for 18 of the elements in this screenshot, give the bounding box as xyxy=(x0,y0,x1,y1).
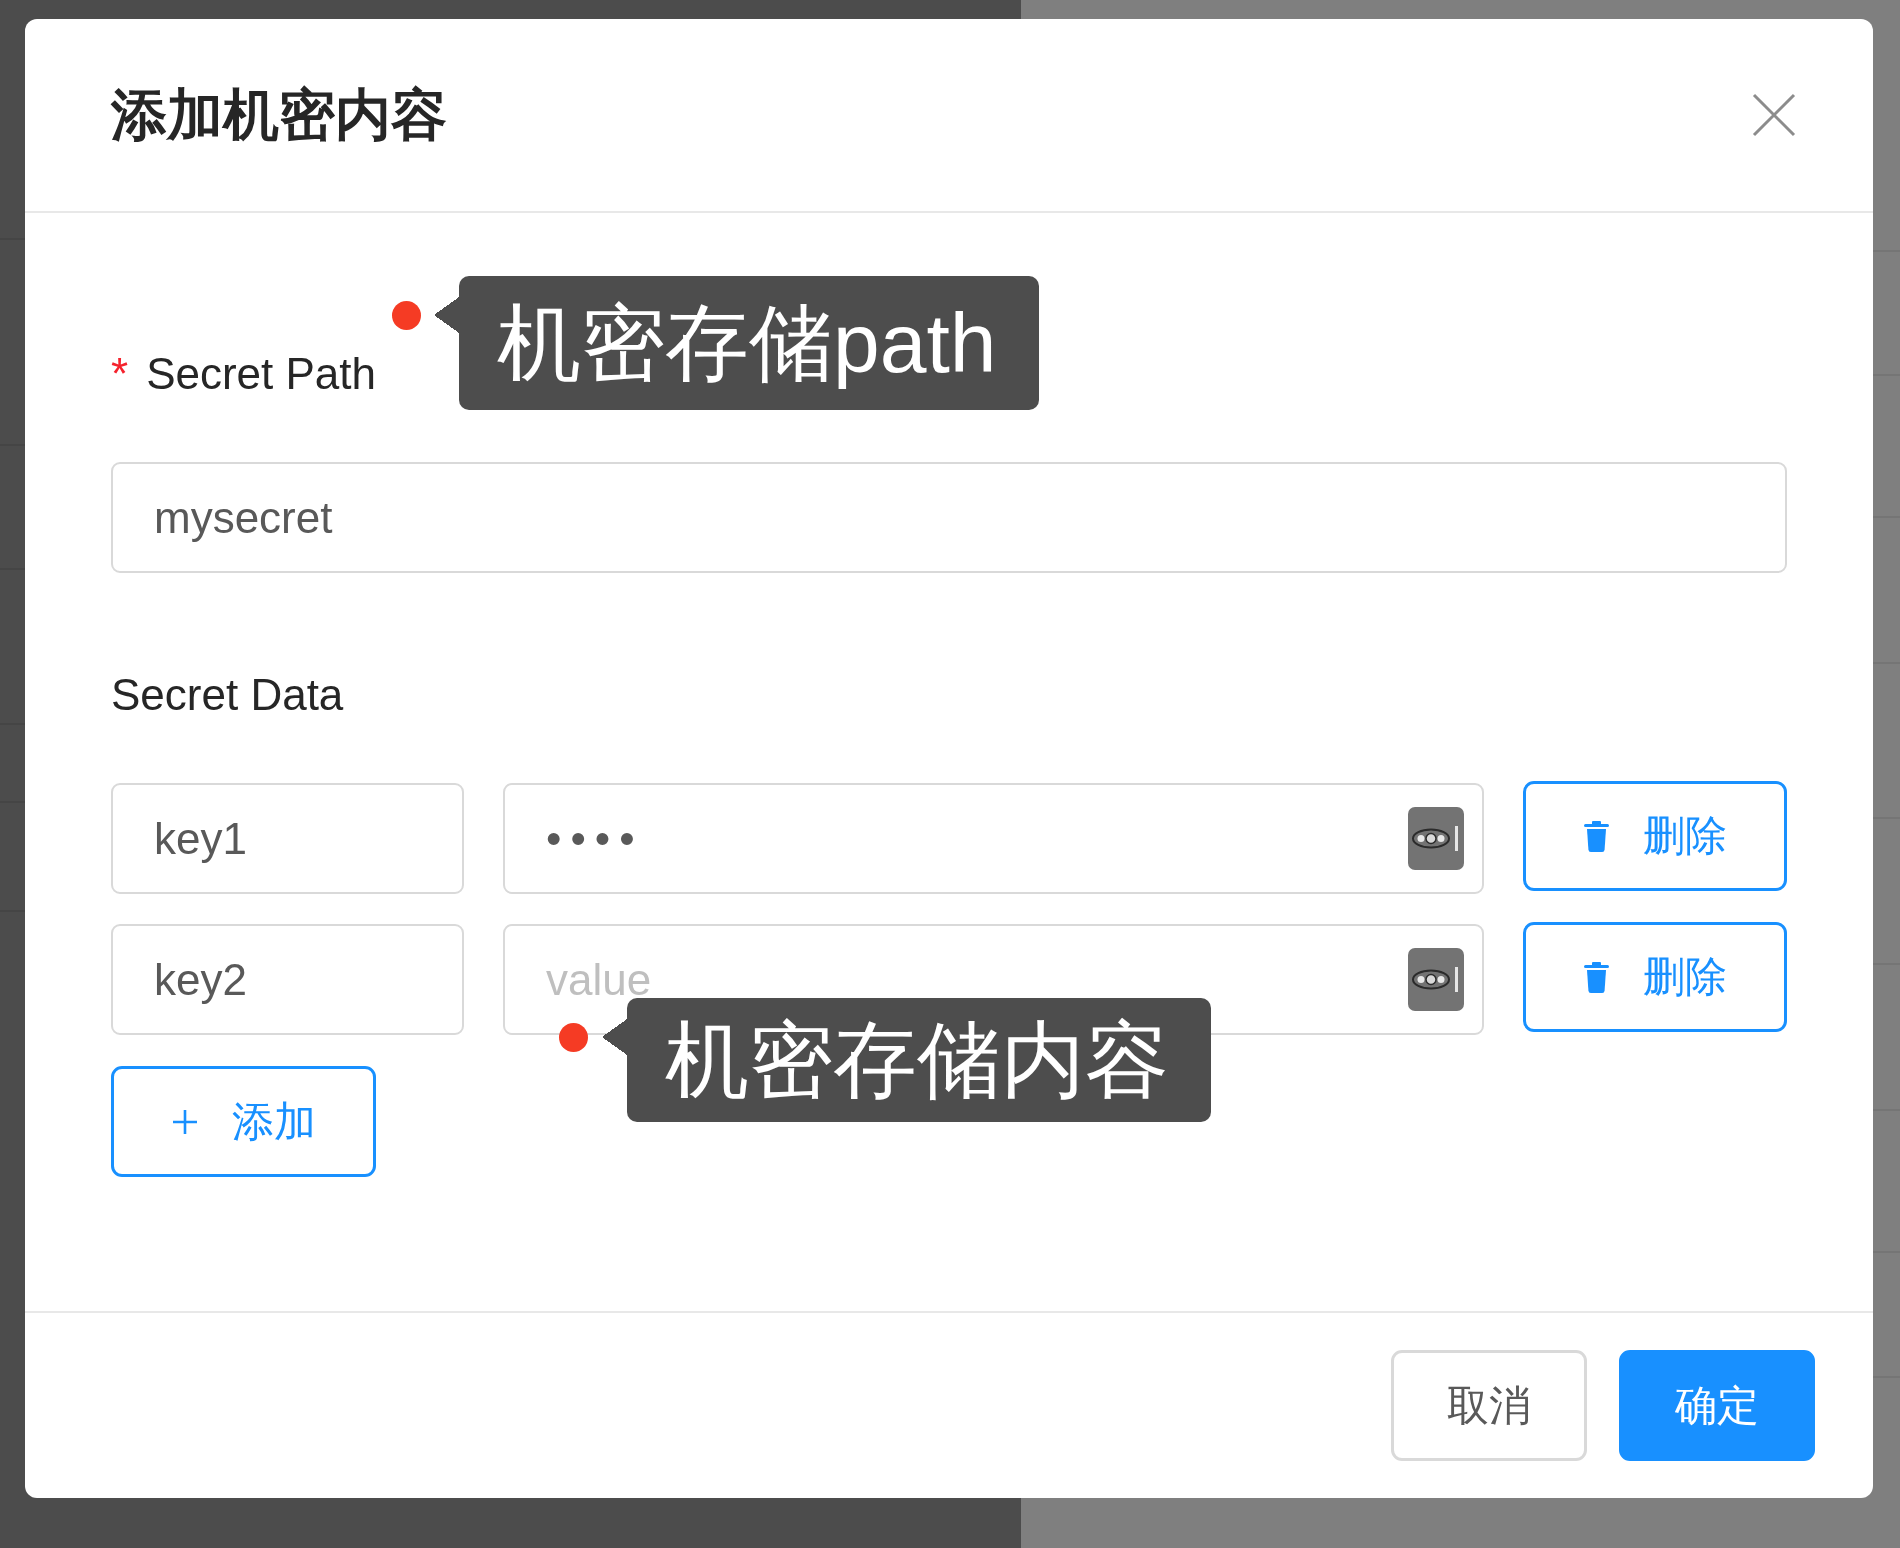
plus-icon xyxy=(171,1108,198,1135)
marker-dot-icon xyxy=(392,301,421,330)
eye-icon[interactable] xyxy=(1408,807,1464,870)
tooltip: 机密存储path xyxy=(434,276,1039,410)
tooltip: 机密存储内容 xyxy=(602,998,1211,1122)
required-mark: * xyxy=(111,352,129,396)
eye-icon[interactable] xyxy=(1408,948,1464,1011)
key-input[interactable]: key1 xyxy=(111,783,464,894)
password-field[interactable]: •••• xyxy=(503,783,1484,894)
close-icon[interactable] xyxy=(1752,93,1796,137)
cancel-button[interactable]: 取消 xyxy=(1391,1350,1587,1461)
path-input[interactable]: mysecret xyxy=(111,462,1787,573)
field-label: Secret Path xyxy=(146,349,377,399)
trash-icon xyxy=(1583,819,1609,852)
section-label: Secret Data xyxy=(111,670,344,720)
key-input[interactable]: key2 xyxy=(111,924,464,1035)
modal-title: 添加机密内容 xyxy=(111,82,447,149)
trash-icon xyxy=(1583,960,1609,993)
